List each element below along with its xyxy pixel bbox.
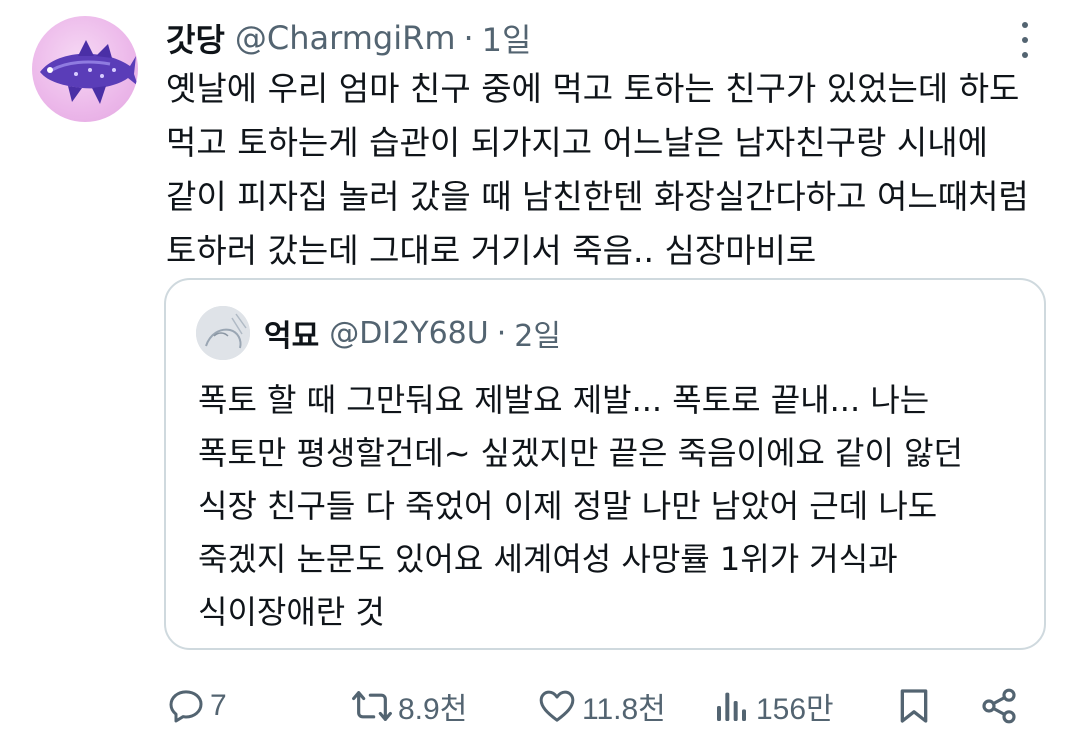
author-handle[interactable]: @CharmgiRm xyxy=(235,19,456,57)
author-display-name[interactable]: 갓당 xyxy=(166,15,225,61)
more-options-icon[interactable] xyxy=(1010,22,1040,58)
repost-icon xyxy=(352,691,392,721)
quoted-text-line: 식이장애란 것 xyxy=(198,593,385,631)
repost-button[interactable]: 8.9천 xyxy=(350,676,467,736)
share-button[interactable] xyxy=(978,676,1020,736)
quoted-tweet-timestamp[interactable]: 2일 xyxy=(514,311,561,355)
tweet-header: 갓당 @CharmgiRm · 1일 xyxy=(166,14,531,62)
tweet-text-line: 토하러 갔는데 그대로 거기서 죽음.. 심장마비로 xyxy=(166,231,817,270)
reply-count: 7 xyxy=(210,689,227,722)
tweet-timestamp[interactable]: 1일 xyxy=(482,15,532,61)
quoted-text-line: 폭토만 평생할건데~ 싶겠지만 끝은 죽음이에요 같이 앓던 xyxy=(198,434,963,472)
tweet-text: 옛날에 우리 엄마 친구 중에 먹고 토하는 친구가 있었는데 하도 먹고 토하… xyxy=(166,62,1046,278)
views-button[interactable]: 156만 xyxy=(712,676,834,736)
views-icon xyxy=(717,692,746,721)
quoted-text-line: 식장 친구들 다 죽었어 이제 정말 나만 남았어 근데 나도 xyxy=(198,487,938,525)
quoted-tweet-card[interactable]: 억묘 @DI2Y68U · 2일 폭토 할 때 그만둬요 제발요 제발... 폭… xyxy=(164,278,1046,650)
bookmark-button[interactable] xyxy=(894,676,934,736)
quoted-text-line: 폭토 할 때 그만둬요 제발요 제발... 폭토로 끝내... 나는 xyxy=(198,381,930,419)
reply-button[interactable]: 7 xyxy=(166,676,227,736)
like-icon xyxy=(539,690,575,722)
author-avatar[interactable] xyxy=(32,16,138,122)
repost-count: 8.9천 xyxy=(398,693,468,726)
sketch-avatar-image xyxy=(196,306,250,360)
quoted-tweet-header: 억묘 @DI2Y68U · 2일 xyxy=(264,308,561,358)
coelacanth-avatar-image xyxy=(40,40,138,104)
tweet-text-line: 같이 피자집 놀러 갔을 때 남친한텐 화장실간다하고 여느때처럼 xyxy=(166,177,1029,216)
quoted-author-display-name[interactable]: 억묘 xyxy=(264,311,319,355)
share-icon xyxy=(982,688,1016,724)
views-count: 156만 xyxy=(756,693,834,726)
tweet-action-bar: 7 8.9천 11.8천 156만 xyxy=(166,676,1036,736)
tweet-text-line: 먹고 토하는게 습관이 되가지고 어느날은 남자친구랑 시내에 xyxy=(166,123,988,162)
quoted-author-handle[interactable]: @DI2Y68U xyxy=(329,316,489,351)
reply-icon xyxy=(169,690,203,723)
like-count: 11.8천 xyxy=(582,693,666,726)
quoted-header-separator: · xyxy=(496,315,507,351)
quoted-tweet-text: 폭토 할 때 그만둬요 제발요 제발... 폭토로 끝내... 나는 폭토만 평… xyxy=(198,374,1018,639)
like-button[interactable]: 11.8천 xyxy=(536,676,666,736)
quoted-author-avatar[interactable] xyxy=(196,306,250,360)
bookmark-icon xyxy=(900,689,928,723)
tweet: 갓당 @CharmgiRm · 1일 옛날에 우리 엄마 친구 중에 먹고 토하… xyxy=(0,0,1080,743)
header-separator: · xyxy=(463,19,474,57)
tweet-text-line: 옛날에 우리 엄마 친구 중에 먹고 토하는 친구가 있었는데 하도 xyxy=(166,69,1020,108)
quoted-text-line: 죽겠지 논문도 있어요 세계여성 사망률 1위가 거식과 xyxy=(198,540,898,578)
